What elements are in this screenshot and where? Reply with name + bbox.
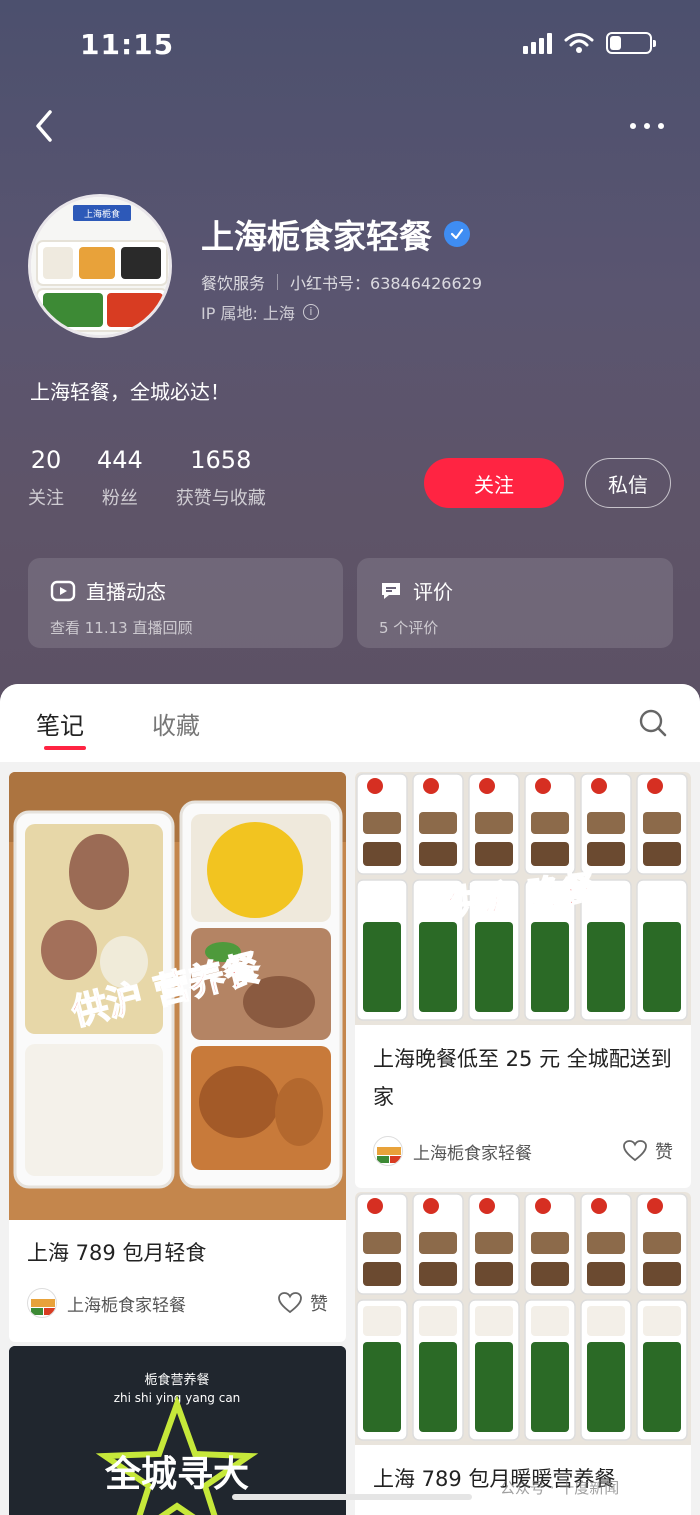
info-icon[interactable]: i [302, 304, 319, 320]
note-image: 栀食营养餐 zhi shi ying yang can 全城寻大 [9, 1346, 346, 1515]
stat-label: 粉丝 [101, 488, 138, 509]
profile-name-row: 上海栀食家轻餐 [201, 210, 470, 258]
stat-following[interactable]: 20 关注 [28, 446, 64, 510]
author-avatar [373, 1136, 403, 1166]
tab-notes[interactable]: 笔记 [36, 706, 84, 741]
like-button[interactable]: 赞 [278, 1290, 328, 1316]
note-author[interactable]: 上海栀食家轻餐 [27, 1288, 186, 1318]
more-icon[interactable] [630, 114, 670, 138]
heart-icon [278, 1292, 302, 1314]
note-card[interactable]: 上海 789 包月暖暖营养餐 [355, 1192, 691, 1515]
profile-ip: IP 属地: 上海 i [201, 300, 319, 324]
review-card-title: 评价 [413, 580, 453, 604]
profile-bio: 上海轻餐，全城必达！ [30, 380, 230, 404]
note-card[interactable]: 供沪 营养餐 上海 789 包月轻食 上海栀食家轻餐 赞 [9, 772, 346, 1342]
watermark: 公众号 · 十度新闻 [500, 1479, 620, 1497]
stat-followers[interactable]: 444 粉丝 [97, 446, 143, 510]
tab-indicator [44, 746, 86, 750]
avatar-box-label: 上海栀食 [84, 208, 120, 220]
wifi-icon [564, 33, 594, 53]
tabs-bar: 笔记 收藏 [0, 684, 700, 762]
note-card[interactable]: 栀食营养餐 zhi shi ying yang can 全城寻大 [9, 1346, 346, 1515]
live-icon [50, 580, 76, 601]
stat-likes[interactable]: 1658 获赞与收藏 [176, 446, 266, 510]
stat-label: 获赞与收藏 [175, 488, 266, 509]
back-arrow-icon[interactable] [26, 104, 62, 148]
review-card-title-row: 评价 [379, 576, 651, 605]
note-author[interactable]: 上海栀食家轻餐 [373, 1136, 532, 1166]
note-image [355, 1192, 691, 1445]
note-image-graphic: 栀食营养餐 zhi shi ying yang can 全城寻大 [9, 1346, 346, 1515]
author-name: 上海栀食家轻餐 [67, 1295, 186, 1316]
battery-icon [606, 32, 656, 54]
stat-label: 关注 [28, 488, 64, 509]
author-name: 上海栀食家轻餐 [413, 1143, 532, 1164]
note-image: 供沪 营养餐 [9, 772, 346, 1220]
stat-value: 20 [30, 446, 62, 474]
poster-brand: 栀食营养餐 [144, 1372, 209, 1388]
battery-level [610, 36, 621, 50]
review-card[interactable]: 评价 5 个评价 [357, 558, 673, 648]
verified-icon [444, 221, 470, 247]
heart-icon [623, 1140, 647, 1162]
note-title: 上海晚餐低至 25 元 全城配送到家 [373, 1047, 672, 1109]
ip-location: IP 属地: 上海 [201, 304, 295, 323]
note-image-graphic: 供沪 营养餐 [9, 772, 346, 1220]
home-indicator [232, 1494, 472, 1500]
like-label: 赞 [310, 1294, 328, 1315]
live-card-title: 直播动态 [86, 580, 166, 604]
avatar[interactable]: 上海栀食 [28, 194, 172, 338]
live-card-subtitle: 查看 11.13 直播回顾 [50, 619, 193, 637]
note-card[interactable]: 供沪 晚餐 上海晚餐低至 25 元 全城配送到家 上海栀食家轻餐 赞 [355, 772, 691, 1188]
comment-icon [382, 582, 400, 599]
profile-category: 餐饮服务 [201, 274, 266, 293]
profile-name: 上海栀食家轻餐 [201, 217, 432, 256]
note-title: 上海 789 包月轻食 [27, 1241, 207, 1265]
note-image: 供沪 晚餐 [355, 772, 691, 1025]
live-card-title-row: 直播动态 [50, 576, 321, 605]
tab-collections[interactable]: 收藏 [152, 706, 200, 741]
profile-account-id: 小红书号：63846426629 [290, 274, 482, 293]
stat-value: 1658 [190, 446, 252, 474]
note-image-graphic [355, 1192, 691, 1445]
note-image-graphic: 供沪 晚餐 [355, 772, 691, 1025]
avatar-image: 上海栀食 [31, 197, 169, 335]
status-bar: 11:15 [0, 0, 700, 90]
live-card[interactable]: 直播动态 查看 11.13 直播回顾 [28, 558, 343, 648]
search-icon[interactable] [638, 708, 668, 738]
stat-value: 444 [97, 446, 143, 474]
review-card-subtitle: 5 个评价 [379, 619, 439, 637]
author-avatar [27, 1288, 57, 1318]
profile-meta: 餐饮服务 小红书号：63846426629 [201, 270, 482, 294]
signal-icon [523, 32, 552, 54]
status-time: 11:15 [80, 28, 175, 61]
like-label: 赞 [655, 1142, 673, 1163]
follow-button[interactable]: 关注 [424, 458, 564, 508]
poster-headline: 全城寻大 [104, 1453, 249, 1495]
meta-divider [277, 274, 279, 290]
status-icons [523, 32, 656, 54]
message-button[interactable]: 私信 [585, 458, 671, 508]
profile-stats: 20 关注 444 粉丝 1658 获赞与收藏 [28, 446, 266, 510]
content-panel: 笔记 收藏 供沪 营养餐 上海 789 包月轻食 上海栀食家轻餐 赞 供沪 晚餐… [0, 684, 700, 1515]
like-button[interactable]: 赞 [623, 1138, 673, 1164]
